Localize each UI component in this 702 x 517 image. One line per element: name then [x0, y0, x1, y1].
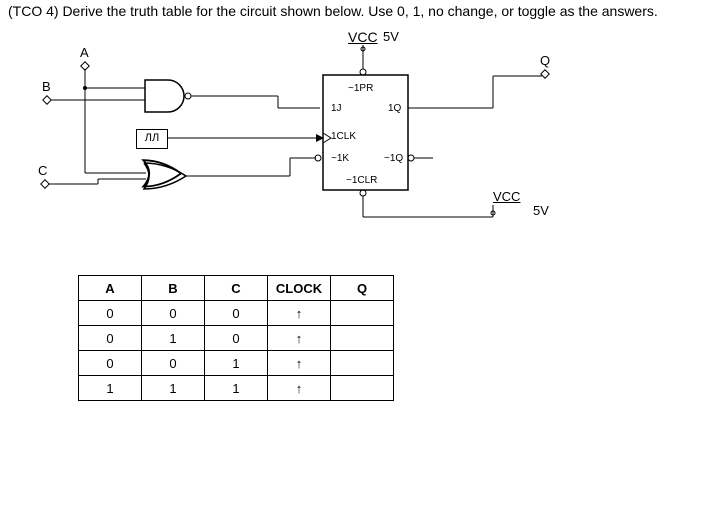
cell: 0 — [205, 301, 268, 326]
cell: ↑ — [268, 326, 331, 351]
cell: ↑ — [268, 376, 331, 401]
cell — [331, 351, 394, 376]
truth-table: A B C CLOCK Q 0 0 0 ↑ 0 1 0 ↑ 0 0 1 ↑ 1 … — [78, 275, 394, 401]
cell: ↑ — [268, 351, 331, 376]
cell: 0 — [79, 326, 142, 351]
cell: 0 — [205, 326, 268, 351]
cell — [331, 326, 394, 351]
cell: 1 — [205, 351, 268, 376]
table-row: 0 0 0 ↑ — [79, 301, 394, 326]
table-row: 0 0 1 ↑ — [79, 351, 394, 376]
cell: 0 — [79, 351, 142, 376]
table-header-row: A B C CLOCK Q — [79, 276, 394, 301]
five-v-top: 5V — [383, 29, 399, 44]
cell: 0 — [142, 301, 205, 326]
th-q: Q — [331, 276, 394, 301]
cell: 1 — [79, 376, 142, 401]
question-text: (TCO 4) Derive the truth table for the c… — [8, 3, 694, 19]
cell: ↑ — [268, 301, 331, 326]
cell: 0 — [79, 301, 142, 326]
table-row: 1 1 1 ↑ — [79, 376, 394, 401]
cell: 1 — [142, 376, 205, 401]
circuit-svg — [38, 45, 598, 245]
cell: 0 — [142, 351, 205, 376]
circuit-diagram: A B C Q 5V ЛЛ ~1PR 1J 1CLK ~1K ~1CLR 1Q … — [38, 45, 598, 245]
th-c: C — [205, 276, 268, 301]
cell: 1 — [205, 376, 268, 401]
th-b: B — [142, 276, 205, 301]
vcc-top-label: VCC — [348, 29, 378, 45]
cell: 1 — [142, 326, 205, 351]
th-clock: CLOCK — [268, 276, 331, 301]
table-row: 0 1 0 ↑ — [79, 326, 394, 351]
th-a: A — [79, 276, 142, 301]
cell — [331, 376, 394, 401]
cell — [331, 301, 394, 326]
